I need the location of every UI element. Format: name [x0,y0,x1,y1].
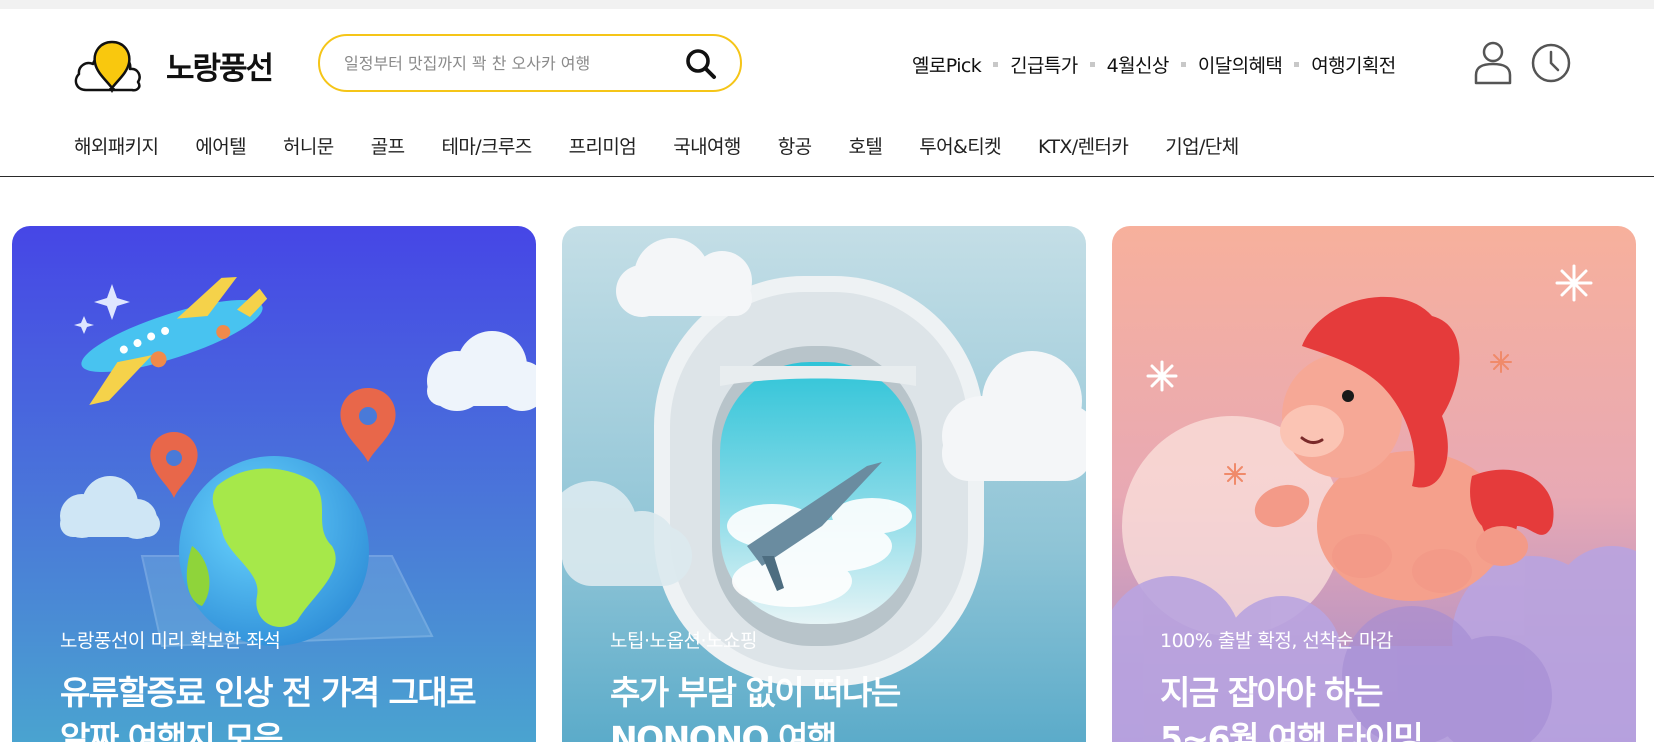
quick-link-yellow-pick[interactable]: 옐로Pick [912,51,982,78]
nav-item-domestic[interactable]: 국내여행 [673,132,741,159]
promo-card[interactable]: 100% 출발 확정, 선착순 마감 지금 잡아야 하는 5~6월 여행 타이밍 [1112,226,1636,742]
search-box [318,34,742,92]
separator-dot [1089,61,1095,67]
card-subtitle: 노랑풍선이 미리 확보한 좌석 [60,630,281,652]
quick-link-april-new[interactable]: 4월신상 [1107,51,1170,78]
nav-item-ktx-rentcar[interactable]: KTX/렌터카 [1038,132,1129,159]
nav-item-airtel[interactable]: 에어텔 [195,132,246,159]
nav-item-hotel[interactable]: 호텔 [848,132,882,159]
separator-dot [1180,61,1186,67]
brand-logo[interactable]: 노랑풍선 [72,34,274,96]
promo-cards: 노랑풍선이 미리 확보한 좌석 유류할증료 인상 전 가격 그대로 알짜 여행지… [12,226,1642,742]
nav-item-flight[interactable]: 항공 [778,132,812,159]
site-header: 노랑풍선 옐로Pick 긴급특가 4월신상 이달의혜택 여행기획전 해외패키지 … [0,9,1654,177]
main-nav: 해외패키지 에어텔 허니문 골프 테마/크루즈 프리미엄 국내여행 항공 호텔 … [74,127,1239,163]
quick-link-urgent-deal[interactable]: 긴급특가 [1010,51,1078,78]
separator-dot [993,61,999,67]
nav-item-honeymoon[interactable]: 허니문 [283,132,334,159]
nav-item-overseas-package[interactable]: 해외패키지 [74,132,159,159]
nav-item-tour-ticket[interactable]: 투어&티켓 [919,132,1001,159]
balloon-cloud-logo-icon [74,40,141,93]
top-strip [0,0,1654,9]
promo-card[interactable]: 노랑풍선이 미리 확보한 좌석 유류할증료 인상 전 가격 그대로 알짜 여행지… [12,226,536,742]
user-icon[interactable] [1470,39,1516,87]
brand-name: 노랑풍선 [166,50,274,87]
card-title: 추가 부담 없이 떠나는 NONONO 여행 [610,673,901,742]
nav-item-corporate-group[interactable]: 기업/단체 [1165,132,1239,159]
quick-link-monthly-benefit[interactable]: 이달의혜택 [1198,51,1283,78]
card-subtitle: 100% 출발 확정, 선착순 마감 [1160,630,1393,652]
nav-item-premium[interactable]: 프리미엄 [569,132,637,159]
search-icon[interactable] [684,47,718,81]
card-title: 유류할증료 인상 전 가격 그대로 알짜 여행지 모음 [60,673,477,742]
search-input[interactable] [344,36,674,90]
clock-icon[interactable] [1528,39,1574,87]
promo-card[interactable]: 노팁·노옵션·노쇼핑 추가 부담 없이 떠나는 NONONO 여행 [562,226,1086,742]
quick-link-travel-exhibition[interactable]: 여행기획전 [1311,51,1396,78]
card-title: 지금 잡아야 하는 5~6월 여행 타이밍 [1160,673,1424,742]
quick-links: 옐로Pick 긴급특가 4월신상 이달의혜택 여행기획전 [912,49,1396,79]
nav-item-golf[interactable]: 골프 [371,132,405,159]
separator-dot [1294,61,1300,67]
pony-toy-illustration [1112,226,1636,742]
card-subtitle: 노팁·노옵션·노쇼핑 [610,630,757,652]
nav-item-theme-cruise[interactable]: 테마/크루즈 [441,132,532,159]
globe-airplane-illustration [12,226,536,742]
airplane-window-illustration [562,226,1086,742]
